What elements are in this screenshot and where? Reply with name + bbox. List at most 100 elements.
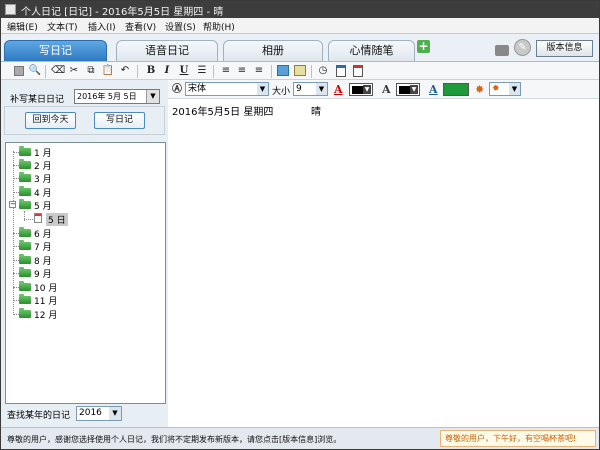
font-color-icon[interactable]: A [334,83,343,96]
main-toolbar: 🔍 ⌫ ✂ ⧉ 📋 ↶ B I U ☰ ≡ ≡ ≡ ◷ [1,61,599,80]
font-value: 宋体 [188,84,207,94]
tree-month-3[interactable]: 3 月 [6,171,66,185]
diary-editor[interactable]: 2016年5月5日 星期四 晴 [168,99,599,427]
underline-button[interactable]: U [177,64,191,78]
folder-icon [19,240,31,250]
app-icon [5,4,16,15]
tree-month-label: 11 月 [34,297,58,307]
weather-select[interactable]: ✸ ▼ [489,82,521,96]
align-center-icon[interactable]: ≡ [235,64,249,78]
entry-date-line: 2016年5月5日 星期四 [172,107,274,118]
align-left-icon[interactable]: ≡ [219,64,233,78]
greeting-message: 尊敬的用户，下午好，有空喝杯茶吧! [440,430,596,447]
chevron-down-icon[interactable]: ▼ [257,83,268,95]
menu-edit[interactable]: 编辑(E) [7,20,38,33]
title-bar: 个人日记 [日记] - 2016年5月5日 星期四 - 晴 [1,1,599,18]
sun-icon: ✸ [492,84,500,94]
highlight-color-picker[interactable]: ▼ [396,83,420,96]
size-select[interactable]: 9 ▼ [293,82,328,96]
new-icon[interactable] [12,64,26,78]
year-select[interactable]: 2016 ▼ [76,406,122,421]
toolbar-separator [271,65,272,78]
cut-icon[interactable]: ✂ [67,64,81,78]
font-select[interactable]: 宋体 ▼ [185,82,269,96]
back-to-today-button[interactable]: 回到今天 [25,112,76,129]
folder-icon [19,267,31,277]
tree-connector [24,219,33,220]
tree-month-9[interactable]: 9 月 [6,266,66,280]
version-info-button[interactable]: 版本信息 [536,40,593,57]
tree-day-label: 5 日 [46,213,68,226]
tree-month-1[interactable]: 1 月 [6,145,66,159]
font-icon: Ⓐ [172,84,182,95]
tree-month-2[interactable]: 2 月 [6,158,66,172]
menu-settings[interactable]: 设置(S) [165,20,196,33]
chevron-down-icon[interactable]: ▼ [509,83,520,95]
format-bar: Ⓐ 宋体 ▼ 大小 9 ▼ A ▼ A ▼ A ✸ ✸ ▼ [168,80,599,99]
chevron-down-icon[interactable]: ▼ [316,83,327,95]
paste-icon[interactable]: 📋 [101,64,115,78]
sun-icon[interactable]: ✸ [475,83,484,96]
window-title: 个人日记 [日记] - 2016年5月5日 星期四 - 晴 [21,7,224,18]
chevron-down-icon[interactable]: ▼ [109,407,121,420]
list-icon[interactable]: ☰ [195,64,209,78]
folder-icon [19,186,31,196]
chevron-down-icon[interactable]: ▼ [410,85,418,94]
folder-icon [19,308,31,318]
write-diary-button[interactable]: 写日记 [94,112,145,129]
date-button-group: 回到今天 写日记 [4,106,165,135]
preview-icon[interactable]: 🔍 [28,64,42,78]
tree-month-12[interactable]: 12 月 [6,307,66,321]
tree-month-label: 7 月 [34,243,52,253]
tab-write-diary[interactable]: 写日记 [4,40,107,61]
tab-voice-diary[interactable]: 语音日记 [116,40,218,61]
insert-table-icon[interactable] [293,64,307,78]
italic-button[interactable]: I [160,64,174,78]
chat-icon[interactable] [495,45,509,56]
calendar-alt-icon[interactable] [351,64,365,78]
size-value: 9 [296,84,302,94]
folder-icon [19,146,31,156]
menu-insert[interactable]: 插入(I) [88,20,116,33]
folder-icon [19,294,31,304]
tab-mood-notes[interactable]: 心情随笔 [328,40,415,61]
folder-icon [19,254,31,264]
tree-month-10[interactable]: 10 月 [6,280,66,294]
chevron-down-icon[interactable]: ▼ [146,90,159,103]
bg-color-picker[interactable] [443,83,469,96]
clock-icon[interactable]: ◷ [316,64,330,78]
tree-month-11[interactable]: 11 月 [6,293,66,307]
date-picker[interactable]: 2016年 5月 5日 ▼ [74,89,160,104]
tree-day-5[interactable]: 5 日 [6,212,76,226]
menu-text[interactable]: 文本(T) [47,20,78,33]
app-window: 个人日记 [日记] - 2016年5月5日 星期四 - 晴 编辑(E) 文本(T… [0,0,600,450]
pen-icon[interactable]: ✎ [514,39,531,56]
copy-icon[interactable]: ⧉ [84,64,98,78]
date-value: 2016年 5月 5日 [77,92,137,101]
add-tab-button[interactable]: + [417,40,430,53]
font-color-picker[interactable]: ▼ [349,83,373,96]
menu-bar: 编辑(E) 文本(T) 插入(I) 查看(V) 设置(S) 帮助(H) [1,18,599,34]
insert-image-icon[interactable] [276,64,290,78]
menu-help[interactable]: 帮助(H) [203,20,235,33]
undo-icon[interactable]: ↶ [118,64,132,78]
tree-month-7[interactable]: 7 月 [6,239,66,253]
align-right-icon[interactable]: ≡ [252,64,266,78]
bold-button[interactable]: B [144,64,158,78]
tree-month-5[interactable]: − 5 月 [6,198,66,212]
highlight-icon[interactable]: A [382,83,391,96]
calendar-icon[interactable] [334,64,348,78]
tree-month-8[interactable]: 8 月 [6,253,66,267]
tree-month-6[interactable]: 6 月 [6,226,66,240]
tree-month-label: 5 月 [34,202,52,212]
tree-month-4[interactable]: 4 月 [6,185,66,199]
collapse-icon[interactable]: − [9,201,16,208]
eraser-icon[interactable]: ⌫ [51,64,65,78]
toolbar-separator [45,65,46,78]
menu-view[interactable]: 查看(V) [125,20,156,33]
chevron-down-icon[interactable]: ▼ [363,85,371,94]
diary-page-icon [34,213,42,223]
bg-color-icon[interactable]: A [429,83,438,96]
tab-album[interactable]: 相册 [223,40,323,61]
year-value: 2016 [79,408,102,418]
